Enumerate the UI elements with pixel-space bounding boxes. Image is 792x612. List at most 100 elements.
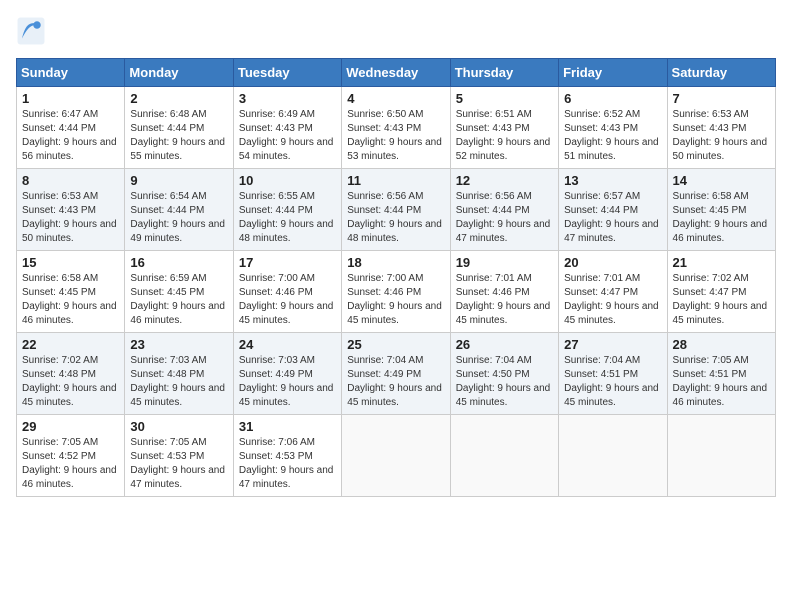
day-number: 29 [22, 419, 119, 434]
day-info: Sunrise: 7:01 AMSunset: 4:47 PMDaylight:… [564, 272, 661, 328]
col-header-thursday: Thursday [450, 59, 558, 87]
day-info: Sunrise: 6:56 AMSunset: 4:44 PMDaylight:… [347, 190, 444, 246]
calendar-cell: 5 Sunrise: 6:51 AMSunset: 4:43 PMDaylight… [450, 87, 558, 169]
day-number: 25 [347, 337, 444, 352]
day-number: 15 [22, 255, 119, 270]
calendar-cell: 14 Sunrise: 6:58 AMSunset: 4:45 PMDayligh… [667, 169, 775, 251]
calendar-cell: 2 Sunrise: 6:48 AMSunset: 4:44 PMDaylight… [125, 87, 233, 169]
day-info: Sunrise: 7:05 AMSunset: 4:53 PMDaylight:… [130, 436, 227, 492]
day-number: 7 [673, 91, 770, 106]
page-header [16, 16, 776, 46]
calendar-cell: 7Sunrise: 6:53 AMSunset: 4:43 PMDaylight… [667, 87, 775, 169]
calendar-cell: 31 Sunrise: 7:06 AMSunset: 4:53 PMDayligh… [233, 415, 341, 497]
day-info: Sunrise: 7:04 AMSunset: 4:49 PMDaylight:… [347, 354, 444, 410]
day-number: 8 [22, 173, 119, 188]
day-number: 23 [130, 337, 227, 352]
calendar-cell: 26 Sunrise: 7:04 AMSunset: 4:50 PMDayligh… [450, 333, 558, 415]
day-number: 1 [22, 91, 119, 106]
day-info: Sunrise: 6:55 AMSunset: 4:44 PMDaylight:… [239, 190, 336, 246]
day-info: Sunrise: 7:03 AMSunset: 4:48 PMDaylight:… [130, 354, 227, 410]
day-number: 31 [239, 419, 336, 434]
calendar-cell: 9Sunrise: 6:54 AMSunset: 4:44 PMDaylight… [125, 169, 233, 251]
day-info: Sunrise: 6:49 AMSunset: 4:43 PMDaylight:… [239, 108, 336, 164]
calendar-cell: 6 Sunrise: 6:52 AMSunset: 4:43 PMDaylight… [559, 87, 667, 169]
calendar-table: SundayMondayTuesdayWednesdayThursdayFrid… [16, 58, 776, 497]
day-number: 18 [347, 255, 444, 270]
calendar-cell: 24Sunrise: 7:03 AMSunset: 4:49 PMDayligh… [233, 333, 341, 415]
day-number: 12 [456, 173, 553, 188]
day-info: Sunrise: 6:47 AMSunset: 4:44 PMDaylight:… [22, 108, 119, 164]
day-info: Sunrise: 6:57 AMSunset: 4:44 PMDaylight:… [564, 190, 661, 246]
calendar-cell: 15 Sunrise: 6:58 AMSunset: 4:45 PMDayligh… [17, 251, 125, 333]
calendar-cell: 17 Sunrise: 7:00 AMSunset: 4:46 PMDayligh… [233, 251, 341, 333]
day-info: Sunrise: 7:05 AMSunset: 4:52 PMDaylight:… [22, 436, 119, 492]
day-number: 20 [564, 255, 661, 270]
col-header-tuesday: Tuesday [233, 59, 341, 87]
day-number: 6 [564, 91, 661, 106]
col-header-saturday: Saturday [667, 59, 775, 87]
day-number: 16 [130, 255, 227, 270]
day-number: 11 [347, 173, 444, 188]
day-number: 27 [564, 337, 661, 352]
col-header-friday: Friday [559, 59, 667, 87]
day-info: Sunrise: 6:56 AMSunset: 4:44 PMDaylight:… [456, 190, 553, 246]
calendar-cell [559, 415, 667, 497]
day-info: Sunrise: 6:58 AMSunset: 4:45 PMDaylight:… [22, 272, 119, 328]
day-info: Sunrise: 6:48 AMSunset: 4:44 PMDaylight:… [130, 108, 227, 164]
day-info: Sunrise: 7:02 AMSunset: 4:47 PMDaylight:… [673, 272, 770, 328]
day-info: Sunrise: 6:51 AMSunset: 4:43 PMDaylight:… [456, 108, 553, 164]
day-number: 2 [130, 91, 227, 106]
day-info: Sunrise: 6:52 AMSunset: 4:43 PMDaylight:… [564, 108, 661, 164]
day-number: 21 [673, 255, 770, 270]
day-info: Sunrise: 7:04 AMSunset: 4:51 PMDaylight:… [564, 354, 661, 410]
calendar-cell: 19 Sunrise: 7:01 AMSunset: 4:46 PMDayligh… [450, 251, 558, 333]
calendar-cell: 23 Sunrise: 7:03 AMSunset: 4:48 PMDayligh… [125, 333, 233, 415]
day-number: 30 [130, 419, 227, 434]
logo-icon [16, 16, 46, 46]
day-number: 19 [456, 255, 553, 270]
calendar-cell: 3 Sunrise: 6:49 AMSunset: 4:43 PMDaylight… [233, 87, 341, 169]
calendar-cell: 4 Sunrise: 6:50 AMSunset: 4:43 PMDaylight… [342, 87, 450, 169]
calendar-cell: 1 Sunrise: 6:47 AMSunset: 4:44 PMDaylight… [17, 87, 125, 169]
calendar-cell: 25 Sunrise: 7:04 AMSunset: 4:49 PMDayligh… [342, 333, 450, 415]
calendar-cell: 29 Sunrise: 7:05 AMSunset: 4:52 PMDayligh… [17, 415, 125, 497]
day-info: Sunrise: 6:53 AMSunset: 4:43 PMDaylight:… [22, 190, 119, 246]
day-number: 5 [456, 91, 553, 106]
day-info: Sunrise: 7:00 AMSunset: 4:46 PMDaylight:… [239, 272, 336, 328]
day-number: 28 [673, 337, 770, 352]
logo [16, 16, 50, 46]
calendar-cell: 22 Sunrise: 7:02 AMSunset: 4:48 PMDayligh… [17, 333, 125, 415]
day-number: 26 [456, 337, 553, 352]
calendar-cell: 28 Sunrise: 7:05 AMSunset: 4:51 PMDayligh… [667, 333, 775, 415]
calendar-cell [450, 415, 558, 497]
day-info: Sunrise: 6:58 AMSunset: 4:45 PMDaylight:… [673, 190, 770, 246]
day-info: Sunrise: 7:01 AMSunset: 4:46 PMDaylight:… [456, 272, 553, 328]
day-number: 14 [673, 173, 770, 188]
day-number: 17 [239, 255, 336, 270]
day-number: 4 [347, 91, 444, 106]
day-info: Sunrise: 6:59 AMSunset: 4:45 PMDaylight:… [130, 272, 227, 328]
calendar-cell: 20 Sunrise: 7:01 AMSunset: 4:47 PMDayligh… [559, 251, 667, 333]
day-info: Sunrise: 7:05 AMSunset: 4:51 PMDaylight:… [673, 354, 770, 410]
day-info: Sunrise: 7:06 AMSunset: 4:53 PMDaylight:… [239, 436, 336, 492]
calendar-cell: 16 Sunrise: 6:59 AMSunset: 4:45 PMDayligh… [125, 251, 233, 333]
calendar-cell [667, 415, 775, 497]
day-number: 22 [22, 337, 119, 352]
calendar-cell: 27 Sunrise: 7:04 AMSunset: 4:51 PMDayligh… [559, 333, 667, 415]
day-info: Sunrise: 6:50 AMSunset: 4:43 PMDaylight:… [347, 108, 444, 164]
calendar-cell: 10 Sunrise: 6:55 AMSunset: 4:44 PMDayligh… [233, 169, 341, 251]
day-number: 24 [239, 337, 336, 352]
day-number: 3 [239, 91, 336, 106]
day-info: Sunrise: 7:00 AMSunset: 4:46 PMDaylight:… [347, 272, 444, 328]
calendar-cell [342, 415, 450, 497]
calendar-cell: 30 Sunrise: 7:05 AMSunset: 4:53 PMDayligh… [125, 415, 233, 497]
calendar-cell: 18 Sunrise: 7:00 AMSunset: 4:46 PMDayligh… [342, 251, 450, 333]
day-number: 10 [239, 173, 336, 188]
calendar-cell: 11 Sunrise: 6:56 AMSunset: 4:44 PMDayligh… [342, 169, 450, 251]
col-header-wednesday: Wednesday [342, 59, 450, 87]
day-info: Sunrise: 6:54 AMSunset: 4:44 PMDaylight:… [130, 190, 227, 246]
calendar-cell: 12 Sunrise: 6:56 AMSunset: 4:44 PMDayligh… [450, 169, 558, 251]
col-header-sunday: Sunday [17, 59, 125, 87]
day-info: Sunrise: 7:02 AMSunset: 4:48 PMDaylight:… [22, 354, 119, 410]
day-info: Sunrise: 7:04 AMSunset: 4:50 PMDaylight:… [456, 354, 553, 410]
